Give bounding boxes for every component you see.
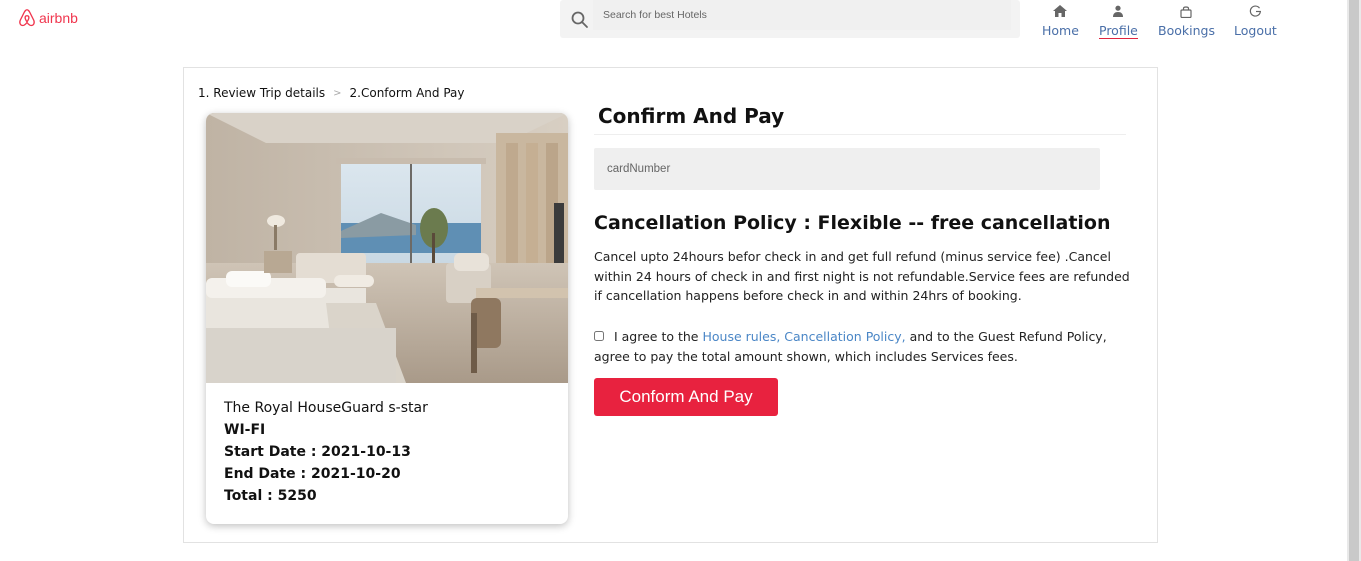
hotel-card: The Royal HouseGuard s-star WI-FI Start … xyxy=(206,113,568,524)
nav-logout[interactable]: Logout xyxy=(1234,2,1277,38)
page-title: Confirm And Pay xyxy=(598,104,785,128)
search-input[interactable] xyxy=(593,0,1011,30)
house-rules-link[interactable]: House rules, Cancellation Policy, xyxy=(702,329,905,344)
agreement: I agree to the House rules, Cancellation… xyxy=(594,327,1134,366)
card-number-input[interactable] xyxy=(594,148,1100,190)
airbnb-logo[interactable]: airbnb xyxy=(18,8,78,28)
start-date: Start Date : 2021-10-13 xyxy=(224,444,411,460)
hotel-name: The Royal HouseGuard s-star xyxy=(224,400,428,416)
nav-bookings-label: Bookings xyxy=(1158,23,1215,38)
hotel-room-image xyxy=(206,113,568,383)
hotel-info: The Royal HouseGuard s-star WI-FI Start … xyxy=(224,397,428,507)
breadcrumb-step-pay[interactable]: 2.Conform And Pay xyxy=(350,86,465,100)
logout-icon xyxy=(1249,2,1262,20)
nav-home[interactable]: Home xyxy=(1042,2,1079,38)
breadcrumb: 1. Review Trip details > 2.Conform And P… xyxy=(198,86,465,100)
page-scrollbar[interactable] xyxy=(1347,0,1361,561)
title-divider xyxy=(594,134,1126,135)
agree-prefix: I agree to the xyxy=(613,329,703,344)
chevron-right-icon: > xyxy=(333,87,342,99)
search-icon[interactable] xyxy=(570,10,590,30)
cancellation-policy-title: Cancellation Policy : Flexible -- free c… xyxy=(594,212,1111,234)
nav-bookings[interactable]: Bookings xyxy=(1158,2,1215,38)
end-date: End Date : 2021-10-20 xyxy=(224,466,401,482)
nav-profile[interactable]: Profile xyxy=(1099,2,1138,39)
nav-home-label: Home xyxy=(1042,23,1079,38)
confirm-and-pay-button[interactable]: Conform And Pay xyxy=(594,378,778,416)
breadcrumb-step-review[interactable]: 1. Review Trip details xyxy=(198,86,325,100)
airbnb-logo-icon xyxy=(19,9,35,27)
search-bar xyxy=(560,0,1020,38)
logo-text: airbnb xyxy=(39,10,78,26)
nav-logout-label: Logout xyxy=(1234,23,1277,38)
hotel-amenity: WI-FI xyxy=(224,422,266,438)
checkout-panel: 1. Review Trip details > 2.Conform And P… xyxy=(183,67,1158,543)
home-icon xyxy=(1053,2,1068,20)
scrollbar-thumb[interactable] xyxy=(1349,0,1359,561)
cancellation-policy-text: Cancel upto 24hours befor check in and g… xyxy=(594,249,1130,303)
bag-icon xyxy=(1180,2,1193,20)
total-price: Total : 5250 xyxy=(224,488,317,504)
agree-checkbox[interactable] xyxy=(594,331,604,341)
user-icon xyxy=(1112,2,1124,20)
nav-profile-label: Profile xyxy=(1099,23,1138,39)
